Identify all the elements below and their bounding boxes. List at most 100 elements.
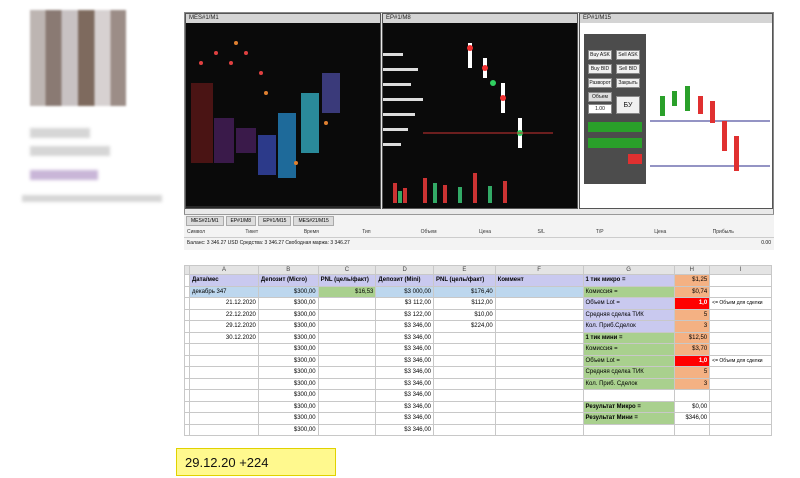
- cell-h[interactable]: $0,00: [673, 400, 711, 413]
- reverse-button[interactable]: Разворот: [588, 78, 612, 88]
- cell-d[interactable]: $3 346,00: [375, 331, 434, 344]
- cell-f[interactable]: [494, 423, 584, 436]
- cell-e[interactable]: $10,00: [433, 308, 496, 321]
- cell-h[interactable]: 5: [673, 366, 711, 379]
- cell-a[interactable]: 30.12.2020: [189, 331, 259, 344]
- cell-b[interactable]: $300,00: [257, 343, 319, 356]
- cell-a[interactable]: [189, 354, 259, 367]
- cell-i[interactable]: [709, 331, 772, 344]
- cell-b[interactable]: $300,00: [257, 377, 319, 390]
- cell-a[interactable]: [189, 377, 259, 390]
- cell-c[interactable]: [317, 354, 377, 367]
- cell-f[interactable]: [494, 354, 584, 367]
- cell-d[interactable]: $3 122,00: [375, 308, 434, 321]
- cell-a[interactable]: [189, 343, 259, 356]
- cell-e[interactable]: $176,40: [433, 285, 496, 298]
- cell-h[interactable]: 5: [673, 308, 711, 321]
- red-button[interactable]: [628, 154, 642, 164]
- header-deposit-mini[interactable]: Депозит (Mini): [375, 274, 434, 287]
- cell-g[interactable]: Комиссия =: [582, 285, 675, 298]
- cell-c[interactable]: [317, 412, 377, 425]
- col-letter[interactable]: A: [189, 265, 259, 275]
- tab-chart[interactable]: EP#1/M15: [258, 216, 292, 226]
- cell-d[interactable]: $3 346,00: [375, 377, 434, 390]
- cell-g[interactable]: 1 тик мини =: [582, 331, 675, 344]
- cell-h[interactable]: [673, 423, 711, 436]
- close-button[interactable]: Закрыть: [616, 78, 640, 88]
- cell-b[interactable]: $300,00: [257, 320, 319, 333]
- cell-e[interactable]: $224,00: [433, 320, 496, 333]
- cell-c[interactable]: [317, 320, 377, 333]
- cell-c[interactable]: [317, 343, 377, 356]
- cell-e[interactable]: [433, 400, 496, 413]
- sell-ask-button[interactable]: Sell ASK: [616, 50, 640, 60]
- cell-i[interactable]: [709, 285, 772, 298]
- cell-h[interactable]: $0,74: [673, 285, 711, 298]
- cell-e[interactable]: $112,00: [433, 297, 496, 310]
- buy-bid-button[interactable]: Buy BID: [588, 64, 612, 74]
- cell-a[interactable]: декабрь 347: [189, 285, 259, 298]
- cell-c[interactable]: [317, 331, 377, 344]
- cell-a[interactable]: 21.12.2020: [189, 297, 259, 310]
- cell-a[interactable]: [189, 412, 259, 425]
- volume-input[interactable]: 1.00: [588, 104, 612, 114]
- cell-d[interactable]: $3 346,00: [375, 423, 434, 436]
- cell-h[interactable]: 3: [673, 377, 711, 390]
- cell-b[interactable]: $300,00: [257, 389, 319, 402]
- cell-e[interactable]: [433, 377, 496, 390]
- cell-g[interactable]: Средняя сделка ТИК: [582, 366, 675, 379]
- cell-d[interactable]: $3 346,00: [375, 354, 434, 367]
- cell-b[interactable]: $300,00: [257, 285, 319, 298]
- cell-f[interactable]: [494, 343, 584, 356]
- cell-h[interactable]: 1,0: [673, 354, 711, 367]
- cell-f[interactable]: [494, 308, 584, 321]
- cell-g[interactable]: 1 тик микро =: [582, 274, 675, 287]
- cell-e[interactable]: [433, 412, 496, 425]
- cell-d[interactable]: $3 346,00: [375, 320, 434, 333]
- col-letter[interactable]: F: [494, 265, 584, 275]
- tab-chart[interactable]: MES#21/M15: [293, 216, 334, 226]
- cell-i[interactable]: [709, 274, 772, 287]
- header-date[interactable]: Дата/мес: [189, 274, 259, 287]
- cell-f[interactable]: [494, 297, 584, 310]
- tab-chart[interactable]: EP#1/M8: [225, 216, 257, 226]
- cell-c[interactable]: [317, 366, 377, 379]
- cell-c[interactable]: [317, 297, 377, 310]
- cell-h[interactable]: $1,25: [673, 274, 711, 287]
- cell-b[interactable]: $300,00: [257, 354, 319, 367]
- cell-d[interactable]: $3 000,00: [375, 285, 434, 298]
- cell-f[interactable]: [494, 285, 584, 298]
- col-letter[interactable]: E: [433, 265, 496, 275]
- cell-i[interactable]: [709, 400, 772, 413]
- cell-c[interactable]: [317, 389, 377, 402]
- cell-h[interactable]: $12,50: [673, 331, 711, 344]
- cell-d[interactable]: $3 346,00: [375, 412, 434, 425]
- cell-i[interactable]: <= Объем для сделки: [709, 354, 772, 367]
- cell-e[interactable]: [433, 331, 496, 344]
- cell-b[interactable]: $300,00: [257, 366, 319, 379]
- cell-b[interactable]: $300,00: [257, 297, 319, 310]
- cell-b[interactable]: $300,00: [257, 412, 319, 425]
- cell-g[interactable]: Кол. Приб. Сделок: [582, 377, 675, 390]
- cell-i[interactable]: <= Объем для сделки: [709, 297, 772, 310]
- cell-h[interactable]: [673, 389, 711, 402]
- cell-g[interactable]: Комиссия =: [582, 343, 675, 356]
- cell-c[interactable]: [317, 377, 377, 390]
- buy-ask-button[interactable]: Buy ASK: [588, 50, 612, 60]
- cell-i[interactable]: [709, 366, 772, 379]
- cell-a[interactable]: [189, 423, 259, 436]
- breakeven-button[interactable]: БУ: [616, 96, 640, 114]
- cell-f[interactable]: [494, 320, 584, 333]
- col-letter[interactable]: H: [673, 265, 711, 275]
- cell-a[interactable]: [189, 389, 259, 402]
- cell-i[interactable]: [709, 423, 772, 436]
- cell-h[interactable]: $3,70: [673, 343, 711, 356]
- cell-d[interactable]: $3 112,00: [375, 297, 434, 310]
- cell-i[interactable]: [709, 377, 772, 390]
- cell-f[interactable]: [494, 331, 584, 344]
- cell-g[interactable]: Результат Мини =: [582, 412, 675, 425]
- cell-a[interactable]: 29.12.2020: [189, 320, 259, 333]
- cell-a[interactable]: 22.12.2020: [189, 308, 259, 321]
- cell-g[interactable]: Объем Lot =: [582, 354, 675, 367]
- cell-b[interactable]: $300,00: [257, 308, 319, 321]
